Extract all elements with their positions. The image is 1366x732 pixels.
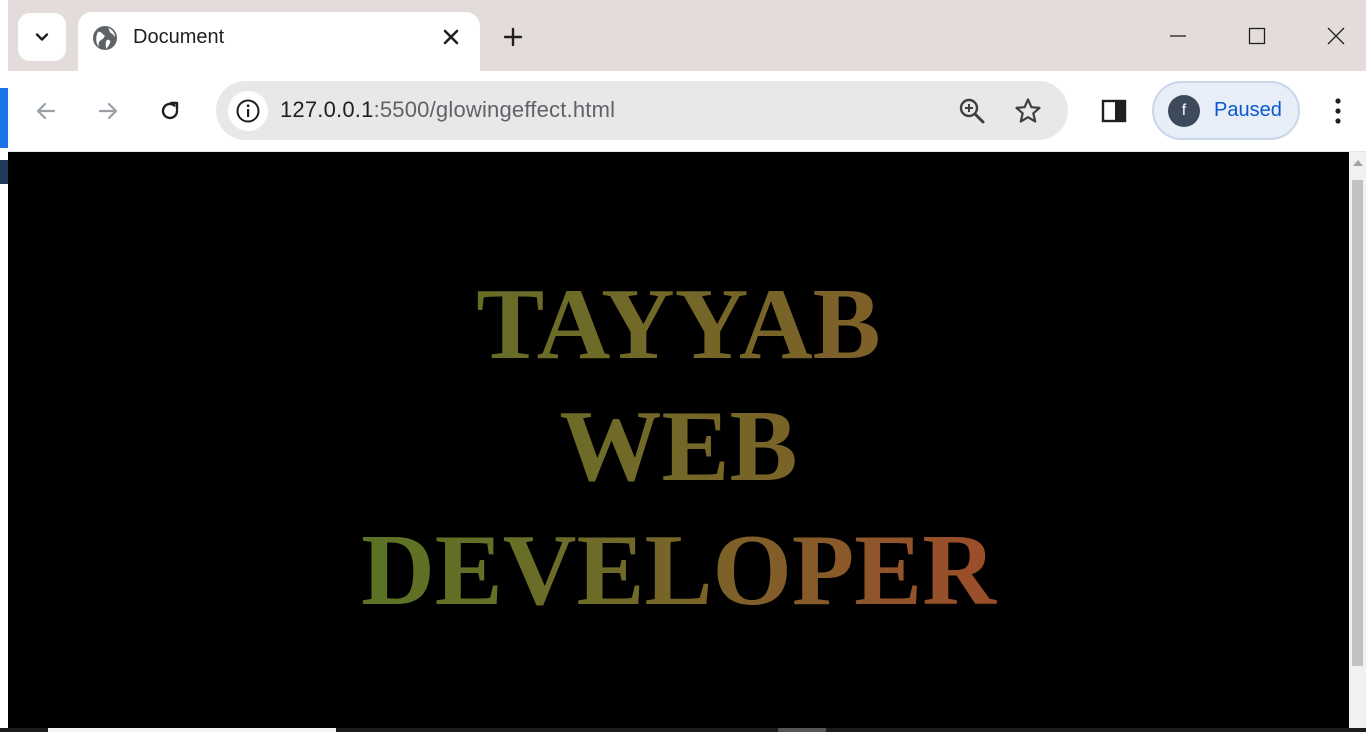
site-info-button[interactable]	[228, 91, 268, 131]
taskbar-item	[48, 728, 336, 732]
scrollbar-thumb[interactable]	[1352, 180, 1363, 666]
plus-icon	[503, 27, 523, 47]
maximize-button[interactable]	[1237, 16, 1277, 56]
side-panel-icon	[1101, 99, 1127, 123]
desktop-icon-strip	[0, 160, 8, 184]
forward-button[interactable]	[88, 91, 128, 131]
minimize-button[interactable]	[1158, 16, 1198, 56]
taskbar-item	[778, 728, 826, 732]
tab-close-button[interactable]	[438, 24, 464, 50]
star-icon	[1015, 98, 1041, 123]
tab-strip: Document	[8, 0, 1366, 71]
scroll-up-arrow[interactable]	[1353, 160, 1363, 166]
url-host: 127.0.0.1	[280, 97, 374, 122]
desktop-icon-strip	[0, 88, 8, 148]
address-bar[interactable]: 127.0.0.1:5500/glowingeffect.html	[216, 81, 1068, 140]
chevron-down-icon	[35, 33, 49, 41]
close-icon	[443, 29, 459, 45]
side-panel-button[interactable]	[1096, 91, 1132, 131]
profile-status: Paused	[1214, 99, 1282, 121]
close-icon	[1327, 27, 1345, 45]
tab-search-button[interactable]	[18, 13, 66, 61]
maximize-icon	[1248, 27, 1266, 45]
heading-line-2: WEB	[8, 396, 1349, 498]
desktop-edge	[0, 0, 8, 732]
globe-icon	[93, 26, 117, 50]
close-window-button[interactable]	[1316, 16, 1356, 56]
zoom-button[interactable]	[956, 95, 988, 127]
taskbar-edge	[0, 728, 1366, 732]
heading-line-3: DEVELOPER	[8, 520, 1349, 622]
tab-document[interactable]: Document	[78, 12, 480, 71]
arrow-left-icon	[36, 102, 56, 120]
zoom-icon	[959, 98, 985, 124]
url-text[interactable]: 127.0.0.1:5500/glowingeffect.html	[280, 97, 615, 123]
page-viewport: TAYYAB WEB DEVELOPER	[8, 152, 1349, 728]
kebab-menu-icon	[1335, 98, 1341, 124]
back-button[interactable]	[26, 91, 66, 131]
menu-button[interactable]	[1318, 91, 1358, 131]
vertical-scrollbar[interactable]	[1349, 152, 1366, 728]
info-icon	[236, 99, 260, 123]
minimize-icon	[1170, 35, 1186, 37]
reload-button[interactable]	[150, 91, 190, 131]
url-path: :5500/glowingeffect.html	[373, 97, 616, 122]
browser-window: Document 127.0.0.1:5500/glowingeffect.ht…	[8, 0, 1366, 732]
arrow-right-icon	[98, 102, 118, 120]
browser-toolbar: 127.0.0.1:5500/glowingeffect.html f Paus…	[8, 71, 1366, 152]
heading-line-1: TAYYAB	[8, 274, 1349, 376]
avatar: f	[1168, 95, 1200, 127]
reload-icon	[161, 101, 179, 120]
profile-button[interactable]: f Paused	[1152, 81, 1300, 140]
new-tab-button[interactable]	[498, 22, 528, 52]
tab-title: Document	[133, 26, 225, 48]
bookmark-button[interactable]	[1012, 95, 1044, 127]
